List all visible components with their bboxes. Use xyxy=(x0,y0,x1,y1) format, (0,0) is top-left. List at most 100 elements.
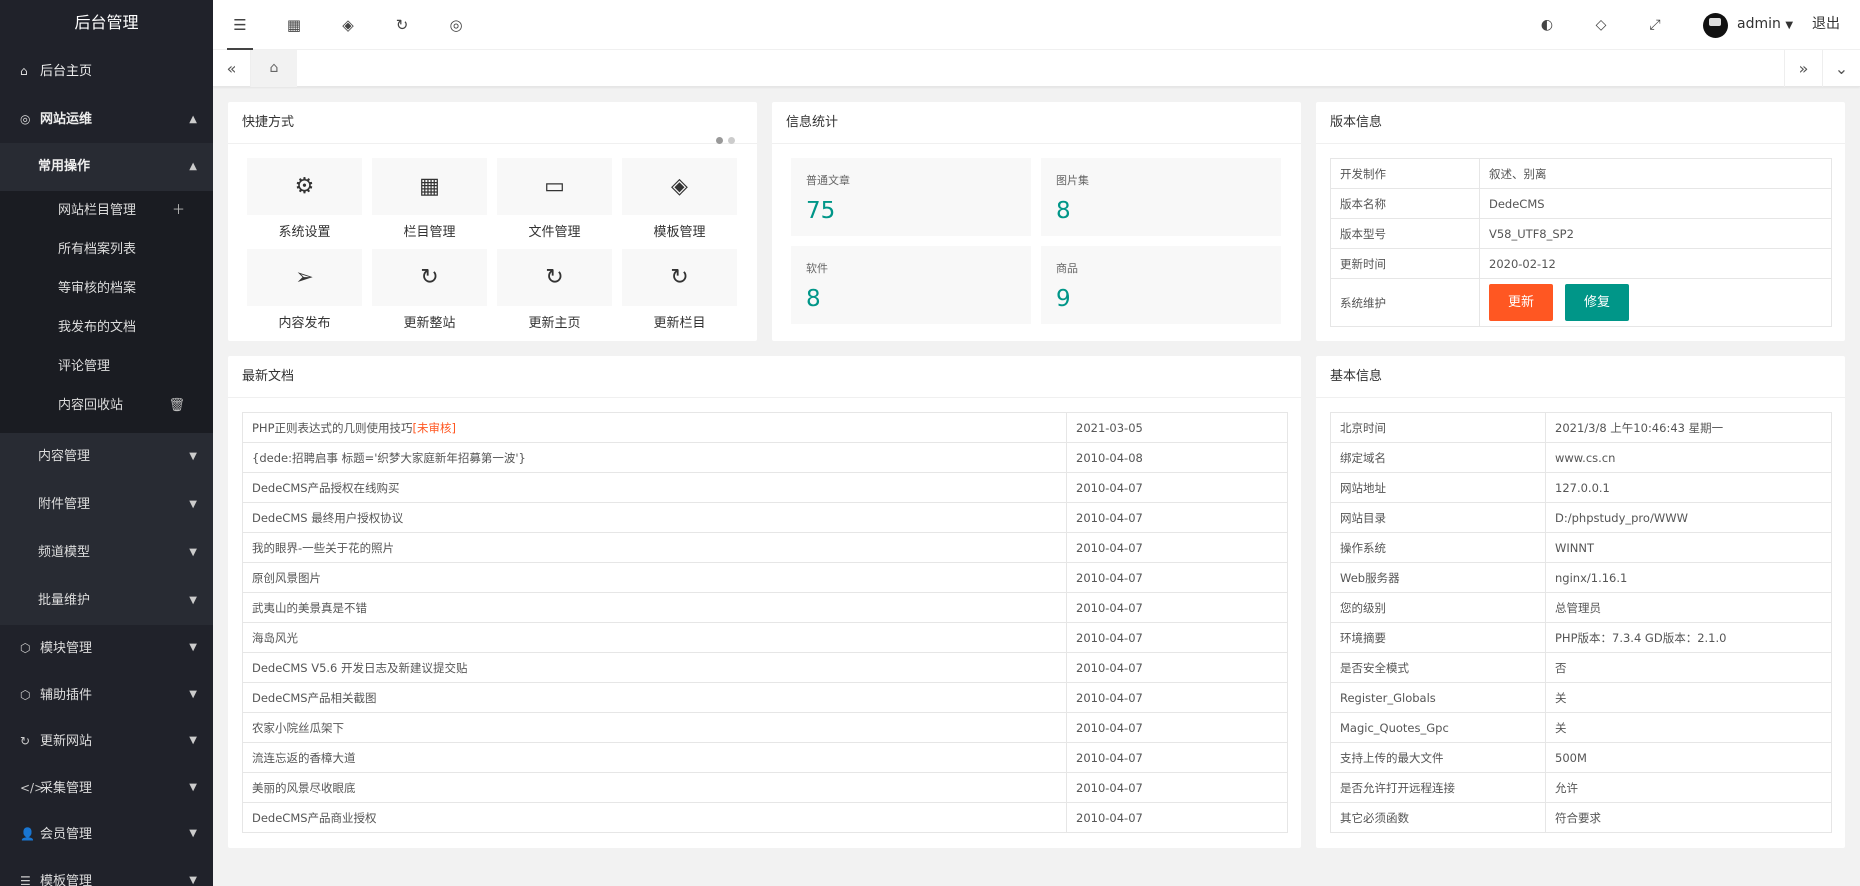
doc-title-link[interactable]: 原创风景图片 xyxy=(252,571,321,585)
doc-title-link[interactable]: 美丽的风景尽收眼底 xyxy=(252,781,356,795)
doc-title-link[interactable]: DedeCMS产品授权在线购买 xyxy=(252,481,400,495)
shortcut-system-settings[interactable]: ⚙ xyxy=(247,158,362,215)
doc-title-link[interactable]: {dede:招聘启事 标题='织梦大家庭新年招募第一波'} xyxy=(252,451,526,465)
top-bar: ☰ ▦ ◈ ↻ ◎ ◐ ◇ ⤢ admin ▼ 退出 xyxy=(213,0,1860,50)
user-menu[interactable]: admin ▼ xyxy=(1737,0,1793,50)
doc-title-link[interactable]: DedeCMS 最终用户授权协议 xyxy=(252,511,403,525)
update-button[interactable]: 更新 xyxy=(1489,284,1554,321)
stat-albums[interactable]: 图片集 8 xyxy=(1041,158,1281,236)
carousel-dot[interactable] xyxy=(728,137,735,144)
table-row: DedeCMS产品商业授权 2010-04-07 xyxy=(242,802,1288,833)
layers-icon: ◈ xyxy=(671,174,688,199)
sidebar-item-home[interactable]: ⌂ 后台主页 xyxy=(0,46,213,96)
card-title-text: 信息统计 xyxy=(786,115,839,130)
shortcut-label: 模板管理 xyxy=(653,225,706,240)
pending-badge: [未审核] xyxy=(412,420,456,435)
stat-products[interactable]: 商品 9 xyxy=(1041,246,1281,324)
shortcut-file-manage[interactable]: ▭ xyxy=(497,158,612,215)
theme-button[interactable]: ◐ xyxy=(1520,0,1574,50)
layers-button[interactable]: ◈ xyxy=(321,0,375,50)
sidebar-item-templates[interactable]: ☰ 模板管理 ▼ xyxy=(0,858,213,886)
sidebar-item-batch-maint[interactable]: 批量维护 ▼ xyxy=(0,577,213,625)
latest-docs-card: 最新文档 PHP正则表达式的几则使用技巧[未审核] 2021-03-05 {dede… xyxy=(228,356,1301,848)
sidebar-item-collect[interactable]: </>采集管理 ▼ xyxy=(0,765,213,812)
doc-title-link[interactable]: DedeCMS V5.6 开发日志及新建议提交贴 xyxy=(252,661,468,675)
chevron-down-icon: ▼ xyxy=(189,735,197,746)
doc-date-cell: 2010-04-07 xyxy=(1066,742,1288,773)
doc-title-cell: DedeCMS产品商业授权 xyxy=(242,802,1067,833)
doc-title-link[interactable]: 流连忘返的香樟大道 xyxy=(252,751,356,765)
doc-title-cell: DedeCMS产品相关截图 xyxy=(242,682,1067,713)
apps-button[interactable]: ▦ xyxy=(267,0,321,50)
table-row: 支持上传的最大文件 500M xyxy=(1330,742,1832,773)
doc-title-link[interactable]: 武夷山的美景真是不错 xyxy=(252,601,367,615)
repair-button[interactable]: 修复 xyxy=(1565,284,1630,321)
basic-info-table: 北京时间 2021/3/8 上午10:46:43 星期一 绑定域名 www.cs.cn… xyxy=(1330,412,1832,833)
shortcut-label: 更新栏目 xyxy=(653,316,706,331)
cube-icon: ⬡ xyxy=(20,687,31,702)
doc-title-link[interactable]: 我的眼界-一些关于花的照片 xyxy=(252,541,394,555)
double-chevron-right-icon: » xyxy=(1798,59,1809,78)
doc-title-cell: 海岛风光 xyxy=(242,622,1067,653)
website-button[interactable]: ◎ xyxy=(429,0,483,50)
sidebar-item-my-docs[interactable]: 我发布的文档 xyxy=(0,308,213,347)
row-key: 环境摘要 xyxy=(1330,622,1546,653)
logout-link[interactable]: 退出 xyxy=(1812,0,1840,50)
doc-title-link[interactable]: 农家小院丝瓜架下 xyxy=(252,721,344,735)
sidebar: 后台管理 ⌂ 后台主页 ◎ 网站运维 ▲ 常用操作 ▲ 网站栏目管理 ＋ 所有档案列表… xyxy=(0,0,213,886)
fullscreen-button[interactable]: ⤢ xyxy=(1628,0,1682,50)
doc-title-cell: DedeCMS 最终用户授权协议 xyxy=(242,502,1067,533)
tabs-dropdown-button[interactable]: ⌄ xyxy=(1822,50,1860,87)
tabs-scroll-left-button[interactable]: « xyxy=(213,50,251,87)
doc-title-link[interactable]: PHP正则表达式的几则使用技巧 xyxy=(252,421,413,435)
sidebar-item-all-archives[interactable]: 所有档案列表 xyxy=(0,230,213,269)
trash-icon[interactable]: 🗑 xyxy=(168,386,185,425)
sidebar-item-label: 评论管理 xyxy=(58,359,111,374)
sidebar-toggle-button[interactable]: ☰ xyxy=(213,0,267,50)
shortcut-column-manage[interactable]: ▦ xyxy=(372,158,487,215)
double-chevron-left-icon: « xyxy=(226,59,237,78)
shortcut-update-site[interactable]: ↻ xyxy=(372,249,487,306)
sidebar-item-channel-model[interactable]: 频道模型 ▼ xyxy=(0,529,213,577)
sidebar-item-comments[interactable]: 评论管理 xyxy=(0,347,213,386)
sidebar-item-label: 后台主页 xyxy=(40,64,93,79)
doc-title-link[interactable]: 海岛风光 xyxy=(252,631,298,645)
tabs-scroll-right-button[interactable]: » xyxy=(1784,50,1822,87)
sidebar-item-plugins[interactable]: ⬡ 辅助插件 ▼ xyxy=(0,672,213,719)
sidebar-item-common-ops[interactable]: 常用操作 ▲ xyxy=(0,143,213,191)
sidebar-item-update-site[interactable]: ↻ 更新网站 ▼ xyxy=(0,718,213,765)
sidebar-item-column-manage[interactable]: 网站栏目管理 ＋ xyxy=(0,191,213,230)
doc-title-link[interactable]: DedeCMS产品商业授权 xyxy=(252,811,377,825)
tab-home[interactable]: ⌂ xyxy=(251,50,297,87)
sidebar-item-site-ops[interactable]: ◎ 网站运维 ▲ xyxy=(0,96,213,143)
version-card: 版本信息 开发制作 叙述、别离 版本名称 DedeCMS 版本型号 V58_UTF8_… xyxy=(1316,102,1845,341)
shortcut-publish[interactable]: ➢ xyxy=(247,249,362,306)
refresh-icon: ↻ xyxy=(670,265,689,290)
sidebar-item-recycle-bin[interactable]: 内容回收站 🗑 xyxy=(0,386,213,433)
shortcut-template-manage[interactable]: ◈ xyxy=(622,158,737,215)
avatar[interactable] xyxy=(1703,13,1728,38)
row-key: 其它必须函数 xyxy=(1330,802,1546,833)
sidebar-item-content-manage[interactable]: 内容管理 ▼ xyxy=(0,433,213,481)
stat-articles[interactable]: 普通文章 75 xyxy=(791,158,1031,236)
doc-title-cell: 我的眼界-一些关于花的照片 xyxy=(242,532,1067,563)
table-row: PHP正则表达式的几则使用技巧[未审核] 2021-03-05 xyxy=(242,412,1288,443)
shortcut-update-columns[interactable]: ↻ xyxy=(622,249,737,306)
stat-software[interactable]: 软件 8 xyxy=(791,246,1031,324)
doc-title-link[interactable]: DedeCMS产品相关截图 xyxy=(252,691,377,705)
sidebar-item-attachment-manage[interactable]: 附件管理 ▼ xyxy=(0,481,213,529)
sidebar-item-pending-archives[interactable]: 等审核的档案 xyxy=(0,269,213,308)
refresh-button[interactable]: ↻ xyxy=(375,0,429,50)
plus-icon[interactable]: ＋ xyxy=(172,191,185,230)
stat-label: 商品 xyxy=(1056,262,1078,275)
carousel-dot-active[interactable] xyxy=(716,137,723,144)
sidebar-item-label: 网站栏目管理 xyxy=(58,203,137,218)
refresh-icon: ↻ xyxy=(20,734,31,748)
shortcut-update-home[interactable]: ↻ xyxy=(497,249,612,306)
sidebar-item-members[interactable]: 👤 会员管理 ▼ xyxy=(0,811,213,858)
row-key: Magic_Quotes_Gpc xyxy=(1330,712,1546,743)
tag-button[interactable]: ◇ xyxy=(1574,0,1628,50)
sidebar-item-modules[interactable]: ⬡ 模块管理 ▼ xyxy=(0,625,213,672)
globe-icon: ◎ xyxy=(449,16,463,34)
doc-title-cell: PHP正则表达式的几则使用技巧[未审核] xyxy=(242,412,1067,443)
